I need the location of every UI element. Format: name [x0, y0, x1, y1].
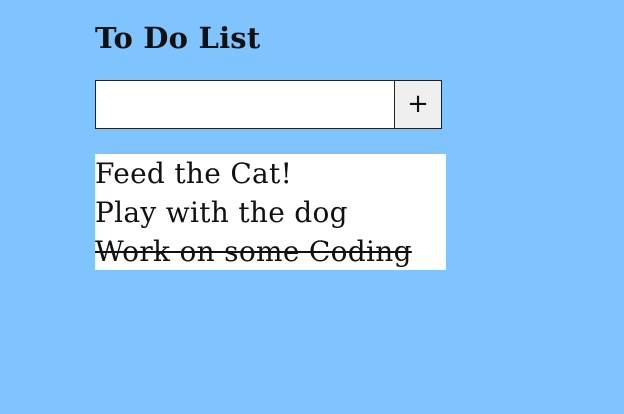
todo-item[interactable]: Feed the Cat!: [95, 154, 446, 193]
todo-item[interactable]: Play with the dog: [95, 193, 446, 232]
todo-item-completed[interactable]: Work on some Coding: [95, 232, 446, 271]
add-todo-form: +: [95, 80, 442, 129]
todo-input[interactable]: [95, 80, 395, 129]
add-todo-button[interactable]: +: [394, 80, 442, 129]
todo-list: Feed the Cat! Play with the dog Work on …: [95, 154, 446, 270]
page-title: To Do List: [95, 21, 261, 55]
